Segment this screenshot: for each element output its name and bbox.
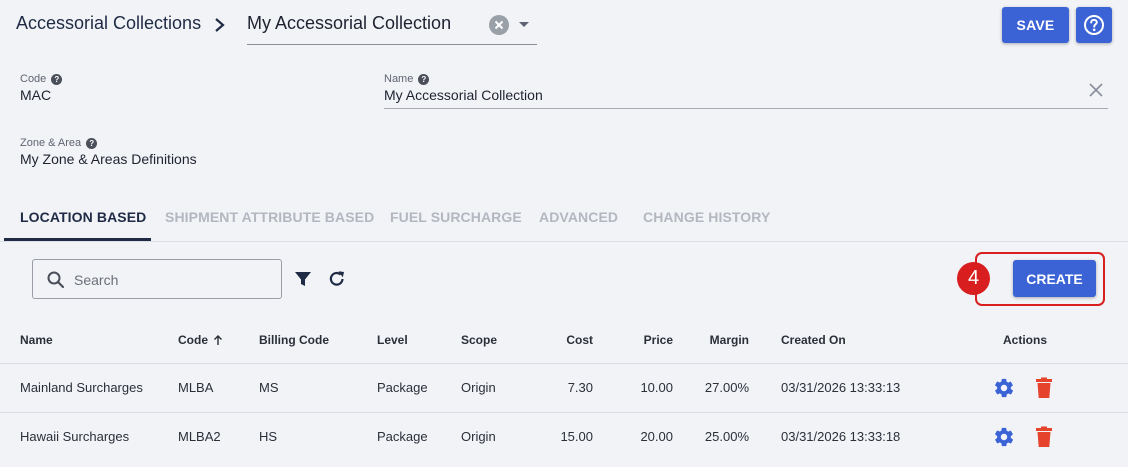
cell-level: Package <box>377 429 428 444</box>
search-input[interactable] <box>74 270 274 290</box>
current-collection-label: My Accessorial Collection <box>247 13 452 33</box>
save-button[interactable]: SAVE <box>1002 7 1069 43</box>
name-field[interactable]: My Accessorial Collection <box>384 87 543 103</box>
code-value: MAC <box>20 87 52 103</box>
name-field-underline <box>384 108 1108 109</box>
gear-icon[interactable] <box>993 377 1015 399</box>
cell-margin: 27.00% <box>704 380 749 395</box>
tabs-divider <box>0 241 1128 242</box>
cell-created-on: 03/31/2026 13:33:13 <box>781 380 901 395</box>
column-header-code[interactable]: Code <box>178 333 224 347</box>
column-header-actions: Actions <box>1003 333 1048 347</box>
active-tab-indicator <box>4 238 151 241</box>
cell-price: 10.00 <box>640 380 673 395</box>
cell-cost: 15.00 <box>560 429 593 444</box>
cell-scope: Origin <box>461 429 496 444</box>
refresh-icon[interactable] <box>327 269 347 289</box>
help-icon[interactable]: ? <box>51 73 63 85</box>
zone-label: Zone & Area? <box>20 137 98 149</box>
cell-scope: Origin <box>461 380 496 395</box>
dropdown-caret-icon[interactable] <box>519 22 529 27</box>
cell-price: 20.00 <box>640 429 673 444</box>
cell-level: Package <box>377 380 428 395</box>
help-button[interactable] <box>1076 7 1112 43</box>
column-header-scope[interactable]: Scope <box>461 333 497 347</box>
cell-code: MLBA <box>178 380 214 395</box>
cell-name: Hawaii Surcharges <box>20 429 130 444</box>
name-label: Name? <box>384 73 430 85</box>
cell-billing-code: MS <box>259 380 279 395</box>
column-header-name[interactable]: Name <box>20 333 53 347</box>
column-header-level[interactable]: Level <box>377 333 408 347</box>
search-icon <box>47 271 65 289</box>
sort-ascending-icon <box>214 335 222 345</box>
collection-select[interactable]: My Accessorial Collection <box>247 8 537 45</box>
breadcrumb-root[interactable]: Accessorial Collections <box>16 13 201 34</box>
tab-advanced[interactable]: ADVANCED <box>539 209 618 225</box>
cell-created-on: 03/31/2026 13:33:18 <box>781 429 901 444</box>
create-button[interactable]: CREATE <box>1013 260 1096 297</box>
header-divider <box>0 363 1128 364</box>
close-icon[interactable] <box>1088 82 1104 98</box>
cell-billing-code: HS <box>259 429 278 444</box>
tab-location-based[interactable]: LOCATION BASED <box>20 209 146 225</box>
cell-name: Mainland Surcharges <box>20 380 143 395</box>
code-label: Code? <box>20 73 63 85</box>
search-box[interactable] <box>32 259 282 299</box>
trash-icon[interactable] <box>1034 426 1054 448</box>
zone-value: My Zone & Areas Definitions <box>20 151 197 167</box>
clear-icon[interactable] <box>489 15 509 35</box>
row-divider <box>0 412 1128 413</box>
cell-code: MLBA2 <box>178 429 221 444</box>
step-badge: 4 <box>957 262 990 295</box>
help-icon[interactable]: ? <box>418 73 430 85</box>
cell-cost: 7.30 <box>567 380 593 395</box>
cell-margin: 25.00% <box>704 429 749 444</box>
tab-shipment-attribute-based[interactable]: SHIPMENT ATTRIBUTE BASED <box>165 209 374 225</box>
column-header-created-on[interactable]: Created On <box>781 333 846 347</box>
column-header-billing-code[interactable]: Billing Code <box>259 333 329 347</box>
chevron-right-icon <box>215 18 225 32</box>
column-header-cost[interactable]: Cost <box>533 333 593 347</box>
tab-fuel-surcharge[interactable]: FUEL SURCHARGE <box>390 209 522 225</box>
gear-icon[interactable] <box>993 426 1015 448</box>
tab-change-history[interactable]: CHANGE HISTORY <box>643 209 770 225</box>
filter-icon[interactable] <box>294 270 312 288</box>
column-header-margin[interactable]: Margin <box>689 333 749 347</box>
help-icon <box>1084 15 1104 35</box>
column-header-price[interactable]: Price <box>613 333 673 347</box>
help-icon[interactable]: ? <box>86 137 98 149</box>
trash-icon[interactable] <box>1034 377 1054 399</box>
